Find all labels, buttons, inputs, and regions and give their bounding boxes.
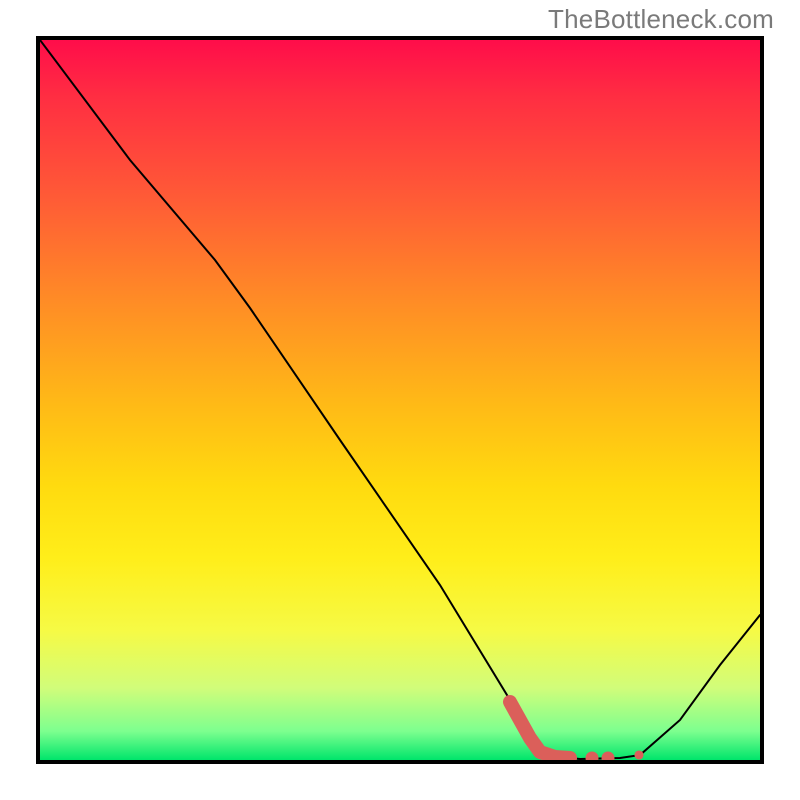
- bottleneck-curve: [40, 40, 760, 759]
- watermark-text: TheBottleneck.com: [548, 4, 774, 35]
- plot-area: [36, 36, 764, 764]
- highlight-solid: [510, 702, 570, 758]
- chart-frame: TheBottleneck.com: [0, 0, 800, 800]
- chart-svg: [40, 40, 760, 760]
